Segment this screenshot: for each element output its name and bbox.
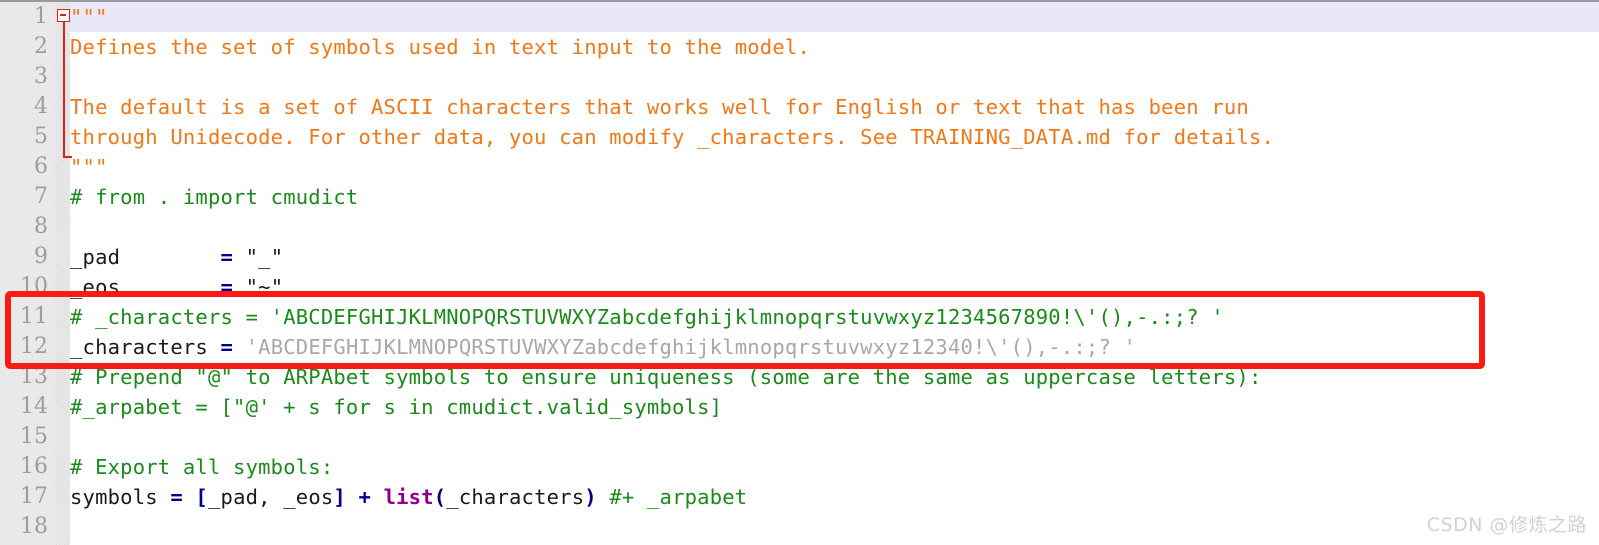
fold-collapse-icon[interactable]	[57, 9, 70, 22]
line-number: 4	[34, 94, 48, 119]
code-line[interactable]: """	[70, 152, 108, 182]
code-line[interactable]: _characters = 'ABCDEFGHIJKLMNOPQRSTUVWXY…	[70, 332, 1136, 362]
code-token: 'ABCDEFGHIJKLMNOPQRSTUVWXYZabcdefghijklm…	[245, 335, 1137, 359]
line-number: 11	[20, 304, 48, 329]
line-number: 9	[34, 244, 48, 269]
code-editor[interactable]: 1 2 3 4 5 6 7 8 9 10 11 12 13 14 15 16 17 18 """ Defines t…	[0, 0, 1599, 545]
code-line[interactable]: # Prepend "@" to ARPAbet symbols to ensu…	[70, 362, 1262, 392]
line-number: 17	[20, 484, 48, 509]
code-token: "~"	[245, 275, 284, 299]
code-token: """	[70, 155, 108, 179]
code-token: # from . import cmudict	[70, 185, 359, 209]
line-number: 18	[20, 514, 48, 539]
code-token: _pad	[70, 245, 221, 269]
code-token: #_arpabet = ["@' + s for s in cmudict.va…	[70, 395, 723, 419]
code-line[interactable]: _eos = "~"	[70, 272, 283, 302]
code-token: = [	[170, 485, 208, 509]
code-token: list	[383, 485, 434, 509]
code-token: _pad, _eos	[207, 485, 334, 509]
line-number: 14	[20, 394, 48, 419]
current-line-highlight	[70, 2, 1599, 32]
code-token: #+ _arpabet	[596, 485, 748, 509]
code-token: =	[220, 245, 246, 269]
code-token: =	[220, 335, 246, 359]
code-token: ] +	[333, 485, 384, 509]
line-number: 2	[34, 34, 48, 59]
code-line[interactable]: # from . import cmudict	[70, 182, 358, 212]
code-token: _characters	[446, 485, 585, 509]
code-token: symbols	[70, 485, 171, 509]
line-number: 3	[34, 64, 48, 89]
line-number: 1	[34, 4, 48, 29]
line-number: 13	[20, 364, 48, 389]
watermark-label: CSDN @修炼之路	[1426, 514, 1587, 536]
code-token: # Prepend "@" to ARPAbet symbols to ensu…	[70, 365, 1262, 389]
code-line[interactable]: """	[70, 2, 108, 32]
code-line[interactable]: symbols = [_pad, _eos] + list(_character…	[70, 482, 747, 512]
code-token: through Unidecode. For other data, you c…	[70, 125, 1275, 149]
code-line[interactable]: The default is a set of ASCII characters…	[70, 92, 1249, 122]
code-token: _eos	[70, 275, 221, 299]
code-line[interactable]: # _characters = 'ABCDEFGHIJKLMNOPQRSTUVW…	[70, 302, 1224, 332]
line-number: 5	[34, 124, 48, 149]
code-token: # _characters = 'ABCDEFGHIJKLMNOPQRSTUVW…	[70, 305, 1224, 329]
line-number: 16	[20, 454, 48, 479]
line-number: 10	[20, 274, 48, 299]
fold-range-guide-foot	[63, 156, 72, 158]
code-token: # Export all symbols:	[70, 455, 334, 479]
line-number: 6	[34, 154, 48, 179]
code-line[interactable]: # Export all symbols:	[70, 452, 333, 482]
fold-range-guide-line	[63, 22, 65, 157]
code-line[interactable]: Defines the set of symbols used in text …	[70, 32, 810, 62]
code-token: =	[220, 275, 246, 299]
line-number: 15	[20, 424, 48, 449]
code-line[interactable]: through Unidecode. For other data, you c…	[70, 122, 1274, 152]
code-line[interactable]: _pad = "_"	[70, 242, 283, 272]
code-token: _characters	[70, 335, 221, 359]
code-line[interactable]: #_arpabet = ["@' + s for s in cmudict.va…	[70, 392, 722, 422]
code-token: "_"	[245, 245, 284, 269]
code-token: """	[70, 5, 108, 29]
code-token: The default is a set of ASCII characters…	[70, 95, 1249, 119]
code-token: Defines the set of symbols used in text …	[70, 35, 810, 59]
line-number: 12	[20, 334, 48, 359]
code-token: (	[433, 485, 447, 509]
line-number: 7	[34, 184, 48, 209]
code-token: )	[584, 485, 597, 509]
line-number: 8	[34, 214, 48, 239]
